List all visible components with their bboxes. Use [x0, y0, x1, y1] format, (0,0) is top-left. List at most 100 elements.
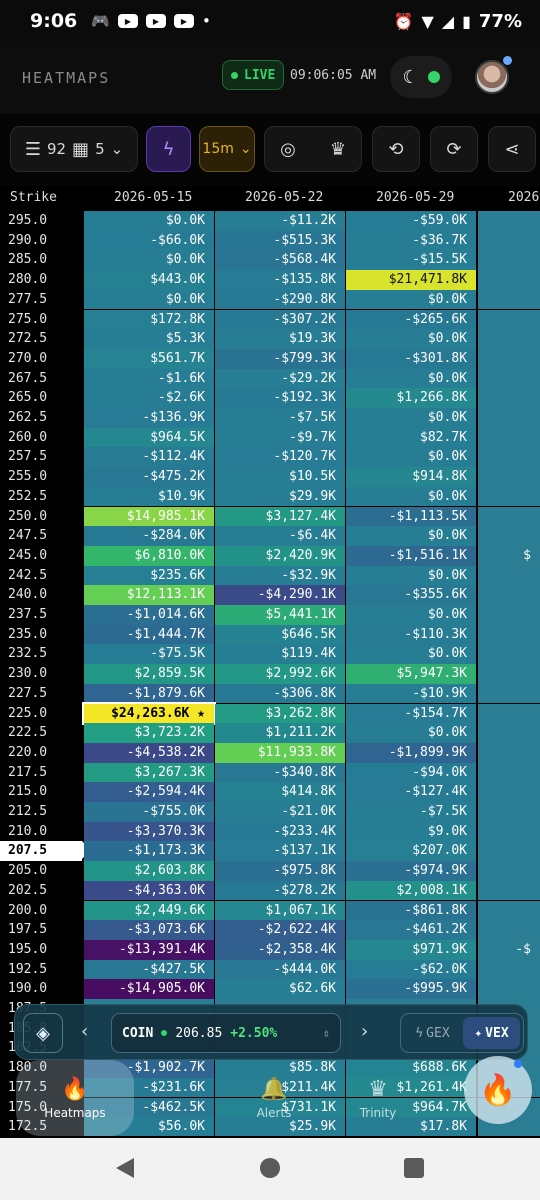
heatmap-cell[interactable]: -$301.8K [346, 348, 476, 369]
heatmap-cell[interactable]: $2,008.1K [346, 880, 476, 901]
heatmap-cell[interactable] [478, 802, 540, 822]
crown-icon[interactable]: ♛ [316, 139, 360, 160]
heatmap-cell[interactable]: -$2,622.4K [215, 920, 345, 940]
heatmap-cell[interactable]: -$136.9K [84, 408, 214, 428]
heatmap-cell[interactable] [478, 447, 540, 468]
heatmap-cell[interactable]: $0.0K [346, 368, 476, 389]
heatmap-cell[interactable] [478, 348, 540, 369]
heatmap-cell[interactable]: $3,267.3K [84, 762, 214, 783]
nav-alerts[interactable]: 🔔 Alerts [224, 1060, 324, 1136]
heatmaps-fab[interactable]: 🔥 [464, 1056, 532, 1124]
vex-tab[interactable]: ✦ VEX [463, 1017, 520, 1049]
heatmap-cell[interactable]: $2,992.6K [215, 664, 345, 684]
heatmap-cell[interactable]: -$3,073.6K [84, 920, 214, 940]
heatmap-cell[interactable]: -$4,538.2K [84, 742, 214, 763]
heatmap-cell[interactable]: $414.8K [215, 782, 345, 802]
heatmap-cell[interactable]: $2,449.6K [84, 900, 214, 921]
replay-button[interactable]: ⟲ [372, 126, 420, 172]
heatmap-cell[interactable]: -$3,370.3K [84, 821, 214, 842]
heatmap-cell[interactable]: -$15.5K [346, 250, 476, 271]
heatmap-cell[interactable]: $2,603.8K [84, 861, 214, 881]
target-icon[interactable]: ◎ [266, 139, 310, 160]
heatmap-cell[interactable] [478, 821, 540, 842]
home-icon[interactable] [260, 1158, 280, 1178]
heatmap-cell[interactable]: $0.0K [346, 526, 476, 546]
heatmap-cell[interactable]: -$154.7K [346, 703, 476, 724]
heatmap-cell[interactable]: -$192.3K [215, 388, 345, 408]
heatmap-cell[interactable]: $172.8K [84, 309, 214, 330]
heatmap-cell[interactable]: $561.7K [84, 348, 214, 369]
recents-icon[interactable] [404, 1158, 424, 1178]
heatmap-cell[interactable]: $0.0K [84, 211, 214, 231]
heatmap-cell[interactable]: $3,262.8K [215, 703, 345, 724]
ticker-picker[interactable]: COIN 206.85 +2.50% ⇳ [111, 1013, 341, 1053]
heatmap-cell[interactable]: -$32.9K [215, 565, 345, 586]
chevron-right-icon[interactable]: › [361, 1021, 368, 1042]
heatmap-cell[interactable]: -$4,290.1K [215, 585, 345, 605]
heatmap-cell[interactable]: -$799.3K [215, 348, 345, 369]
heatmap-cell[interactable]: -$59.0K [346, 211, 476, 231]
heatmap-cell[interactable]: -$475.2K [84, 467, 214, 487]
heatmap-cell[interactable]: $5.3K [84, 329, 214, 349]
heatmap-cell[interactable]: -$11.2K [215, 211, 345, 231]
heatmap-cell[interactable] [478, 959, 540, 980]
heatmap-cell[interactable]: -$9.7K [215, 427, 345, 448]
heatmap-cell[interactable]: -$36.7K [346, 230, 476, 251]
chevron-left-icon[interactable]: ‹ [81, 1021, 88, 1042]
heatmap-cell[interactable] [478, 644, 540, 665]
heatmap-cell[interactable]: $14,985.1K [84, 506, 214, 527]
heatmap-cell[interactable]: $0.0K [346, 408, 476, 428]
heatmap-cell[interactable]: -$7.5K [346, 802, 476, 822]
heatmap-cell[interactable] [478, 605, 540, 625]
heatmap-cell[interactable] [478, 506, 540, 527]
heatmap-cell[interactable]: -$461.2K [346, 920, 476, 940]
heatmap-cell[interactable]: -$1,014.6K [84, 605, 214, 625]
heatmap-cell[interactable] [478, 467, 540, 487]
heatmap-cell[interactable]: $971.9K [346, 939, 476, 960]
heatmap-cell[interactable] [478, 388, 540, 408]
heatmap-cell[interactable]: -$974.9K [346, 861, 476, 881]
heatmap-cell[interactable]: -$340.8K [215, 762, 345, 783]
back-icon[interactable] [116, 1158, 134, 1178]
heatmap-cell[interactable]: -$1,899.9K [346, 742, 476, 763]
heatmap-cell[interactable]: -$307.2K [215, 309, 345, 330]
heatmap-cell[interactable]: -$233.4K [215, 821, 345, 842]
heatmap-cell[interactable]: $11,933.8K [215, 742, 345, 763]
heatmap-cell[interactable]: -$515.3K [215, 230, 345, 251]
heatmap-cell[interactable] [478, 329, 540, 349]
heatmap-cell[interactable] [478, 427, 540, 448]
heatmap-cell[interactable] [478, 270, 540, 290]
heatmap-cell[interactable]: -$4,363.0K [84, 880, 214, 901]
heatmap-cell[interactable]: $1,266.8K [346, 388, 476, 408]
strike-range-selector[interactable]: ☰ 92 ▦ 5 ⌄ [10, 126, 138, 172]
heatmap-cell[interactable]: -$427.5K [84, 959, 214, 980]
heatmap-cell[interactable]: $0.0K [346, 644, 476, 665]
heatmap-cell[interactable] [478, 230, 540, 251]
heatmap-cell[interactable] [478, 309, 540, 330]
heatmap-cell[interactable]: $10.9K [84, 486, 214, 507]
heatmap-cell[interactable]: -$75.5K [84, 644, 214, 665]
heatmap-cell[interactable] [478, 486, 540, 507]
heatmap-cell[interactable]: -$355.6K [346, 585, 476, 605]
heatmap-cell[interactable]: -$62.0K [346, 959, 476, 980]
heatmap-cell[interactable]: $0.0K [84, 289, 214, 310]
heatmap-cell[interactable]: $207.0K [346, 841, 476, 862]
heatmap-cell[interactable]: -$861.8K [346, 900, 476, 921]
heatmap-cell[interactable]: $914.8K [346, 467, 476, 487]
heatmap-cell[interactable]: $964.5K [84, 427, 214, 448]
heatmap-cell[interactable] [478, 742, 540, 763]
heatmap-cell[interactable]: $0.0K [346, 447, 476, 468]
layers-button[interactable]: ◈ [23, 1013, 63, 1053]
heatmap-cell[interactable]: -$120.7K [215, 447, 345, 468]
heatmap-cell[interactable] [478, 841, 540, 862]
heatmap-cell[interactable] [478, 664, 540, 684]
heatmap-cell[interactable] [478, 368, 540, 389]
heatmap-cell[interactable]: -$290.8K [215, 289, 345, 310]
heatmap-cell[interactable]: $0.0K [346, 605, 476, 625]
heatmap-cell[interactable]: $10.5K [215, 467, 345, 487]
heatmap-cell[interactable] [478, 782, 540, 802]
nav-trinity[interactable]: ♛ Trinity [328, 1060, 428, 1136]
nav-heatmaps[interactable]: 🔥 Heatmaps [16, 1060, 134, 1136]
heatmap-cell[interactable]: $12,113.1K [84, 585, 214, 605]
heatmap-cell[interactable]: $ [478, 545, 540, 566]
